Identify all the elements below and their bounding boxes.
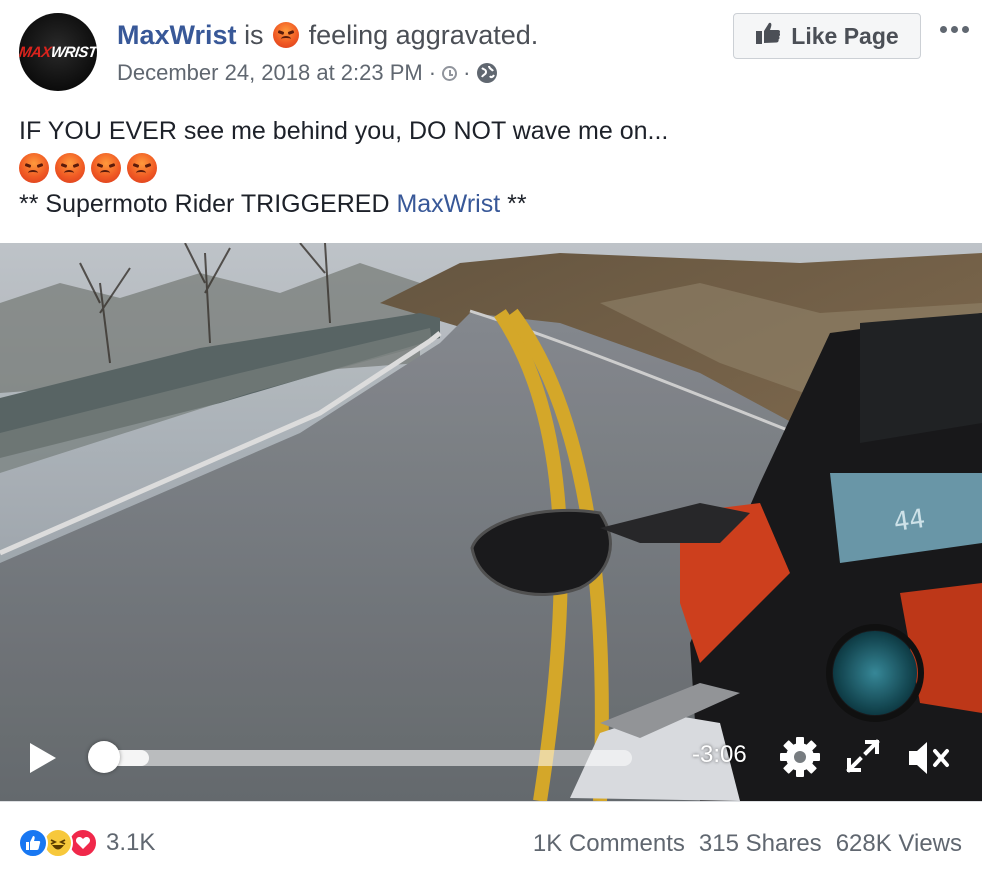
- progress-scrubber-handle[interactable]: [88, 741, 120, 773]
- page-name-link[interactable]: MaxWrist: [117, 20, 237, 50]
- post-header: MAXWRIST MaxWrist is feeling aggravated.…: [0, 0, 982, 110]
- meta-dot: ·: [428, 60, 437, 85]
- post-meta: December 24, 2018 at 2:23 PM · ·: [117, 58, 498, 88]
- thumbs-up-icon: [755, 21, 781, 51]
- angry-face-icon: [19, 153, 49, 183]
- post-text-line-1: IF YOU EVER see me behind you, DO NOT wa…: [19, 117, 669, 145]
- play-icon[interactable]: [28, 741, 58, 775]
- page-avatar[interactable]: MAXWRIST: [19, 13, 97, 91]
- dot: [939, 25, 947, 33]
- reaction-count: 3.1K: [106, 829, 156, 856]
- shares-count-link[interactable]: 315 Shares: [699, 829, 822, 859]
- like-page-button[interactable]: Like Page: [733, 13, 921, 59]
- comments-count-link[interactable]: 1K Comments: [533, 829, 685, 859]
- engagement-stats: 1K Comments 315 Shares 628K Views: [533, 829, 962, 859]
- video-player[interactable]: 44 -3:06: [0, 243, 982, 801]
- time-remaining: -3:06: [692, 741, 747, 768]
- feeling-text: feeling aggravated.: [308, 20, 539, 50]
- dot: [961, 25, 969, 33]
- post-footer: 3.1K 1K Comments 315 Shares 628K Views: [0, 801, 982, 876]
- maxwrist-logo: MAXWRIST: [19, 43, 97, 61]
- clock-icon: [442, 65, 458, 81]
- expand-icon[interactable]: [845, 738, 881, 774]
- reactions-summary[interactable]: 3.1K: [18, 828, 155, 858]
- like-reaction-icon: [18, 828, 48, 858]
- angry-face-icon: [55, 153, 85, 183]
- video-frame-motorcycle-road: 44: [0, 243, 982, 801]
- post-body: IF YOU EVER see me behind you, DO NOT wa…: [19, 113, 668, 223]
- post-text-line-3: ** Supermoto Rider TRIGGERED MaxWrist **: [19, 186, 668, 223]
- text-suffix: **: [500, 190, 527, 218]
- more-options-button[interactable]: [934, 14, 974, 44]
- video-progress-bar[interactable]: [101, 750, 632, 766]
- dot: [950, 25, 958, 33]
- speaker-muted-icon[interactable]: [905, 738, 953, 778]
- meta-dot: ·: [463, 60, 471, 85]
- post-timestamp[interactable]: December 24, 2018 at 2:23 PM: [117, 58, 423, 88]
- angry-face-icon: [91, 153, 121, 183]
- like-page-label: Like Page: [791, 22, 899, 49]
- globe-icon[interactable]: [476, 62, 498, 84]
- angry-emoji-row: [19, 150, 668, 186]
- page-tag-link[interactable]: MaxWrist: [396, 190, 500, 218]
- is-word: is: [244, 20, 264, 50]
- views-count: 628K Views: [835, 830, 962, 857]
- text-prefix: ** Supermoto Rider TRIGGERED: [19, 190, 397, 218]
- gear-icon[interactable]: [779, 736, 821, 778]
- post-author-line: MaxWrist is feeling aggravated.: [117, 18, 538, 52]
- angry-face-icon: [273, 22, 300, 48]
- angry-face-icon: [127, 153, 157, 183]
